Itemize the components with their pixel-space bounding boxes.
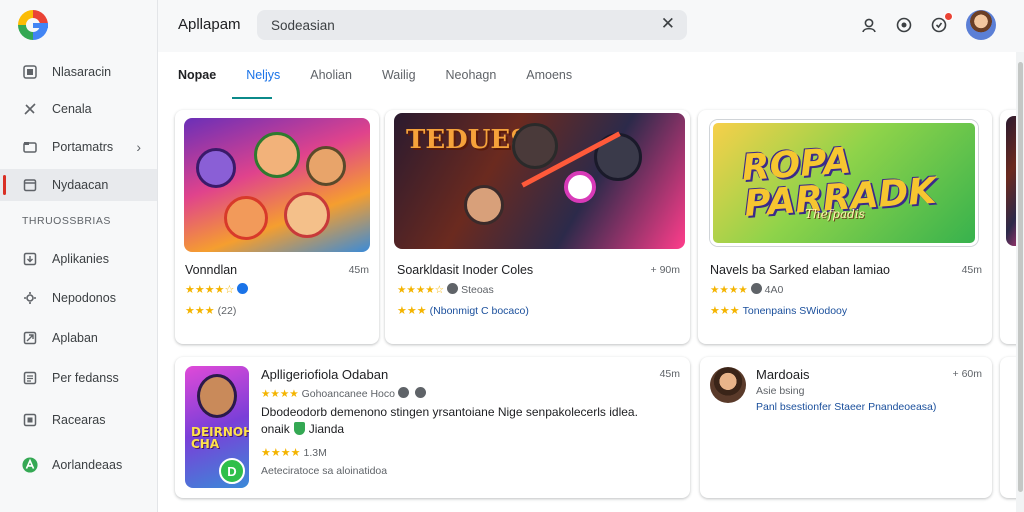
sidebar-item-label: Cenala: [52, 102, 92, 116]
info-icon: [397, 387, 409, 398]
sidebar-item-label: Racearas: [52, 413, 106, 427]
sidebar: Nlasaracin Cenala Portamatrs › Nydaacan …: [0, 0, 158, 512]
tab-2[interactable]: Neljys: [246, 64, 280, 100]
sidebar-item-3[interactable]: Portamatrs ›: [0, 131, 157, 163]
sidebar-item-8[interactable]: Per fedanss: [0, 362, 157, 394]
app-meta: Asie bsing: [756, 385, 805, 397]
app-size: + 90m: [650, 264, 680, 276]
sidebar-item-6[interactable]: Nepodonos: [0, 282, 157, 314]
sidebar-item-label: Nydaacan: [52, 178, 109, 192]
sidebar-item-5[interactable]: Aplikanies: [0, 243, 157, 275]
scrollbar-thumb[interactable]: [1018, 62, 1023, 492]
tab-3[interactable]: Aholian: [310, 64, 352, 100]
gear-icon: [22, 290, 38, 306]
sidebar-item-label: Portamatrs: [52, 140, 114, 154]
sidebar-item-2[interactable]: Cenala: [0, 93, 157, 125]
share-icon: [22, 330, 38, 346]
sidebar-item-1[interactable]: Nlasaracin: [0, 56, 157, 88]
app-size: 45m: [659, 368, 680, 380]
list-icon: [22, 370, 38, 386]
shield-icon: [293, 422, 305, 435]
app-icon-label: DEIRNOH CHA: [191, 425, 249, 451]
app-card-4[interactable]: DEIRNOH CHA D Aplligeriofiola Odaban 45m…: [175, 357, 690, 498]
app-size: 45m: [961, 264, 982, 276]
app-meta-footer: Aeteciratoce sa aloinatidoa: [261, 465, 388, 477]
notifications-icon[interactable]: [928, 12, 953, 36]
app-title: Vonndlan: [185, 263, 238, 277]
close-icon[interactable]: ✕: [661, 14, 675, 34]
app-meta: ★★★★☆ Steoas: [397, 283, 494, 296]
app-card-2[interactable]: TEDUES Soarkldasit Inoder Coles + 90m ★★…: [385, 110, 690, 344]
sidebar-item-label: Per fedanss: [52, 371, 119, 385]
sidebar-item-label: Aplaban: [52, 331, 98, 345]
avatar: [710, 367, 746, 403]
sidebar-item-9[interactable]: Racearas: [0, 404, 157, 436]
app-card-5[interactable]: Mardoais + 60m Asie bsing Panl bsestionf…: [700, 357, 992, 498]
app-card-1[interactable]: Vonndlan 45m ★★★★☆ ★★★ (22): [175, 110, 379, 344]
calendar-icon: [22, 177, 38, 193]
chevron-right-icon[interactable]: ›: [136, 139, 141, 155]
box-icon: [22, 412, 38, 428]
main-content: Nopae Neljys Aholian Wailig Neohagn Amoe…: [158, 52, 1024, 512]
rating-stars: ★★★ Tonenpains SWiodooy: [710, 305, 848, 317]
app-card-3[interactable]: ROPA PARRADK Thefpadis Navels ba Sarked …: [698, 110, 992, 344]
dashboard-icon: [22, 64, 38, 80]
page-title: Apllapam: [178, 16, 241, 33]
tab-5[interactable]: Neohagn: [446, 64, 497, 100]
account-icon[interactable]: [858, 14, 880, 36]
sidebar-item-label: Aplikanies: [52, 252, 109, 266]
app-window: Nlasaracin Cenala Portamatrs › Nydaacan …: [0, 0, 1024, 512]
app-thumbnail: ROPA PARRADK Thefpadis: [710, 120, 978, 246]
info-icon: [750, 283, 762, 294]
info-icon: [447, 283, 459, 294]
help-icon[interactable]: [893, 14, 915, 36]
app-thumbnail: TEDUES: [394, 113, 685, 249]
more-icon: [414, 387, 426, 398]
folder-icon: [22, 139, 38, 155]
sidebar-item-10[interactable]: Aorlandeaas: [0, 449, 157, 481]
tab-indicator: [232, 97, 272, 99]
app-title: Soarkldasit Inoder Coles: [397, 263, 534, 277]
app-size: 45m: [348, 264, 369, 276]
notification-badge: [944, 12, 953, 21]
puzzle-icon: [22, 101, 38, 117]
rating-stars: ★★★★☆: [185, 283, 251, 296]
art-subtitle: Thefpadis: [805, 207, 865, 221]
app-thumbnail: [184, 118, 370, 252]
avatar[interactable]: [966, 10, 996, 40]
app-icon: DEIRNOH CHA D: [185, 366, 249, 488]
sidebar-item-label: Nepodonos: [52, 291, 116, 305]
app-link[interactable]: Panl bsestionfer Staeer Pnandeoeasa): [756, 401, 936, 413]
sidebar-item-4[interactable]: Nydaacan: [0, 169, 157, 201]
tab-1[interactable]: Nopae: [178, 64, 216, 100]
sidebar-item-7[interactable]: Aplaban: [0, 322, 157, 354]
app-logo-icon[interactable]: [18, 10, 48, 40]
app-title: Aplligeriofiola Odaban: [261, 367, 389, 382]
rating-stars: ★★★★ 1.3M: [261, 447, 327, 459]
sidebar-item-label: Nlasaracin: [52, 65, 112, 79]
sidebar-item-label: Aorlandeaas: [52, 458, 123, 472]
rating-stars-2: ★★★ (22): [185, 305, 237, 317]
search-bar[interactable]: ✕: [257, 10, 687, 40]
tab-6[interactable]: Amoens: [526, 64, 572, 100]
tab-4[interactable]: Wailig: [382, 64, 416, 100]
app-title: Mardoais: [756, 367, 810, 382]
download-icon: [22, 251, 38, 267]
download-badge-icon: D: [219, 458, 245, 484]
sidebar-section-label: THRUOSSBRIAS: [22, 215, 111, 227]
app-meta: ★★★★ Gohoancanee Hoco: [261, 387, 429, 400]
search-input[interactable]: [271, 17, 641, 33]
app-size: + 60m: [952, 368, 982, 380]
app-meta: ★★★★ 4A0: [710, 283, 784, 296]
android-icon: [22, 457, 38, 473]
art-title: TEDUES: [406, 125, 529, 155]
app-title: Navels ba Sarked elaban lamiao: [710, 263, 890, 277]
verified-icon: [237, 283, 249, 294]
tab-bar: Nopae Neljys Aholian Wailig Neohagn Amoe…: [178, 64, 602, 100]
app-description: Dbodeodorb demenono stingen yrsantoiane …: [261, 405, 638, 436]
rating-stars: ★★★ (Nbonmigt C bocaco): [397, 305, 529, 317]
